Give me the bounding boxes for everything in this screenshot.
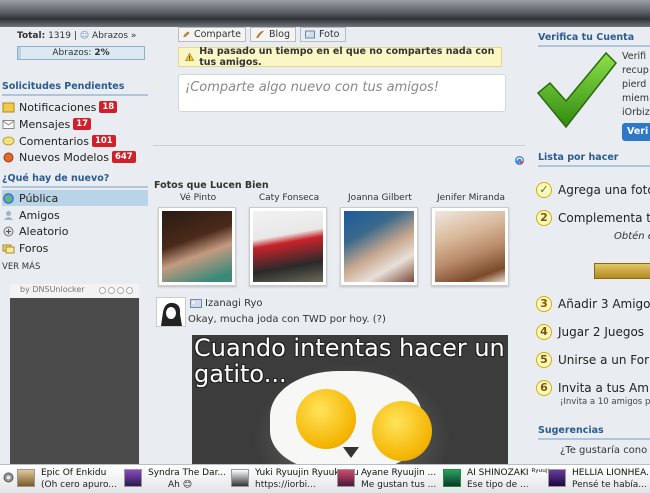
chat-bar: Epic Of Enkidu (Oh cero apuro... Syndra T…: [0, 464, 650, 493]
blog-icon: [256, 30, 264, 38]
todo-progress-bar: [594, 263, 650, 279]
forum-icon: [2, 244, 15, 253]
notifications-count-badge: 18: [99, 101, 118, 113]
pending-requests-title: Solicitudes Pendientes: [2, 81, 148, 96]
menu-mensajes[interactable]: Mensajes 17: [2, 116, 92, 132]
share-photo-button[interactable]: Foto: [300, 27, 346, 42]
messages-count-badge: 17: [73, 118, 92, 130]
featured-photo-3[interactable]: [340, 193, 420, 286]
ad-pager-dots[interactable]: [99, 287, 133, 294]
menu-nuevos-modelos[interactable]: Nuevos Modelos 647: [2, 149, 136, 165]
featured-photos-title: Fotos que Lucen Bien: [154, 180, 269, 191]
photo-icon: [305, 30, 315, 39]
verify-account-text: Verifi recup pierd miem iOrbiz: [622, 51, 650, 118]
todo-item-1[interactable]: ✓ Agrega una foto: [536, 182, 650, 198]
hug-stats: Total: 1319 | ☺ Abrazos »: [17, 31, 136, 41]
feed-publica[interactable]: Pública: [2, 190, 148, 206]
globe-icon: [3, 192, 14, 204]
menu-comentarios[interactable]: Comentarios 101: [2, 133, 116, 149]
menu-notificaciones[interactable]: Notificaciones 18: [2, 99, 118, 115]
models-count-badge: 647: [111, 151, 136, 163]
chat-avatar: [124, 469, 142, 487]
chat-avatar: [17, 469, 35, 487]
abrazos-progress-bar: Abrazos: 2%: [17, 46, 145, 60]
abrazos-progress-label: Abrazos: 2%: [52, 48, 110, 58]
notifications-icon: [2, 102, 15, 112]
inactivity-warning: Ha pasado un tiempo en el que no compart…: [178, 46, 502, 68]
browser-top-bar: [0, 0, 650, 27]
envelope-icon: [2, 119, 15, 129]
friends-icon: [4, 210, 13, 220]
comment-icon: [2, 136, 15, 145]
models-icon: [3, 152, 14, 162]
todo-list-title: Lista por hacer: [538, 152, 650, 167]
post-image[interactable]: Cuando intentas hacer un gatito...: [192, 335, 508, 464]
todo-item-6[interactable]: 6 Invita a tus Am: [536, 380, 649, 396]
chat-tab-1[interactable]: Epic Of Enkidu (Oh cero apuro...: [17, 466, 117, 492]
chat-avatar: [231, 469, 249, 487]
egg-yolk-left: [296, 389, 356, 449]
status-composer-input[interactable]: ¡Comparte algo nuevo con tus amigos!: [178, 74, 506, 112]
feed-foros[interactable]: Foros: [2, 240, 48, 256]
egg-yolk-right: [372, 401, 432, 461]
featured-photo-3-name: Joanna Gilbert: [348, 193, 412, 203]
chat-avatar: [337, 469, 355, 487]
verify-account-button[interactable]: Veri: [622, 123, 650, 141]
chat-tab-4[interactable]: Ayane Ryuujin ... Me gustan tus ...: [337, 466, 436, 492]
post-image-caption: Cuando intentas hacer un gatito...: [194, 335, 505, 388]
photo-post-icon: [190, 299, 202, 308]
share-status-button[interactable]: Comparte: [178, 27, 246, 42]
chat-tab-6[interactable]: HELLIA LIONHEA... Pensé te había...: [548, 466, 650, 492]
gear-icon[interactable]: [2, 471, 15, 484]
todo-done-check-icon: ✓: [536, 182, 552, 198]
todo-item-6-detail: ¡Invita a 10 amigos p: [560, 397, 650, 407]
total-value: 1319: [48, 31, 71, 41]
feed-aleatorio[interactable]: Aleatorio: [2, 223, 68, 239]
post-author-avatar[interactable]: [156, 297, 186, 327]
whats-new-title: ¿Qué hay de nuevo?: [2, 173, 148, 188]
todo-item-3[interactable]: 3 Añadir 3 Amigo: [536, 296, 650, 312]
chat-avatar: [548, 469, 566, 487]
checkmark-icon: [536, 51, 617, 129]
pencil-icon: [183, 31, 190, 38]
feed-divider: [153, 145, 525, 146]
todo-item-5[interactable]: 5 Unirse a un For: [536, 352, 649, 368]
refresh-icon[interactable]: [514, 155, 525, 166]
main-feed: Comparte Blog Foto Ha pasado un tiempo e…: [150, 27, 530, 464]
share-blog-button[interactable]: Blog: [250, 27, 296, 42]
ver-mas-link[interactable]: VER MÁS: [2, 262, 40, 272]
hug-icon: ☺: [79, 31, 90, 41]
stats-separator: |: [73, 31, 77, 41]
right-sidebar: Verifica tu Cuenta Verifi recup pierd mi…: [530, 27, 650, 464]
chat-tab-5[interactable]: AI SHINOZAKI ᴿʸᵘᵘʲⁱⁿ Ese tipo de ...: [443, 466, 553, 492]
todo-item-2-detail: Obtén el 10: [614, 231, 650, 242]
verify-account-title: Verifica tu Cuenta: [538, 32, 650, 47]
chat-tab-2[interactable]: Syndra The Dar... Ah 😊: [124, 466, 226, 492]
post-author[interactable]: Izanagi Ryo: [190, 298, 263, 309]
total-label: Total:: [17, 31, 46, 41]
left-sidebar: Total: 1319 | ☺ Abrazos » Abrazos: 2% So…: [0, 27, 150, 464]
warning-icon: [185, 52, 195, 62]
featured-photo-2[interactable]: Caty Fonseca: [249, 193, 329, 286]
featured-photo-1[interactable]: Vé Pinto: [158, 193, 238, 286]
abrazos-link[interactable]: Abrazos »: [92, 31, 136, 41]
suggestions-title: Sugerencias: [538, 425, 650, 440]
cat-nose-shape: [343, 447, 359, 458]
chat-avatar: [443, 469, 461, 487]
ad-box: by DNSUnlocker: [10, 284, 139, 464]
random-icon: [3, 226, 14, 236]
todo-item-4[interactable]: 4 Jugar 2 Juegos: [536, 324, 644, 340]
post-text: Okay, mucha joda con TWD por hoy. (?): [188, 314, 386, 325]
featured-photo-4[interactable]: Jenifer Miranda: [431, 193, 511, 286]
suggestions-text: ¿Te gustaría cono: [560, 445, 648, 456]
comments-count-badge: 101: [91, 135, 116, 147]
ad-label: by DNSUnlocker: [20, 285, 85, 294]
todo-item-2[interactable]: 2 Complementa t: [536, 210, 650, 226]
feed-amigos[interactable]: Amigos: [2, 207, 60, 223]
